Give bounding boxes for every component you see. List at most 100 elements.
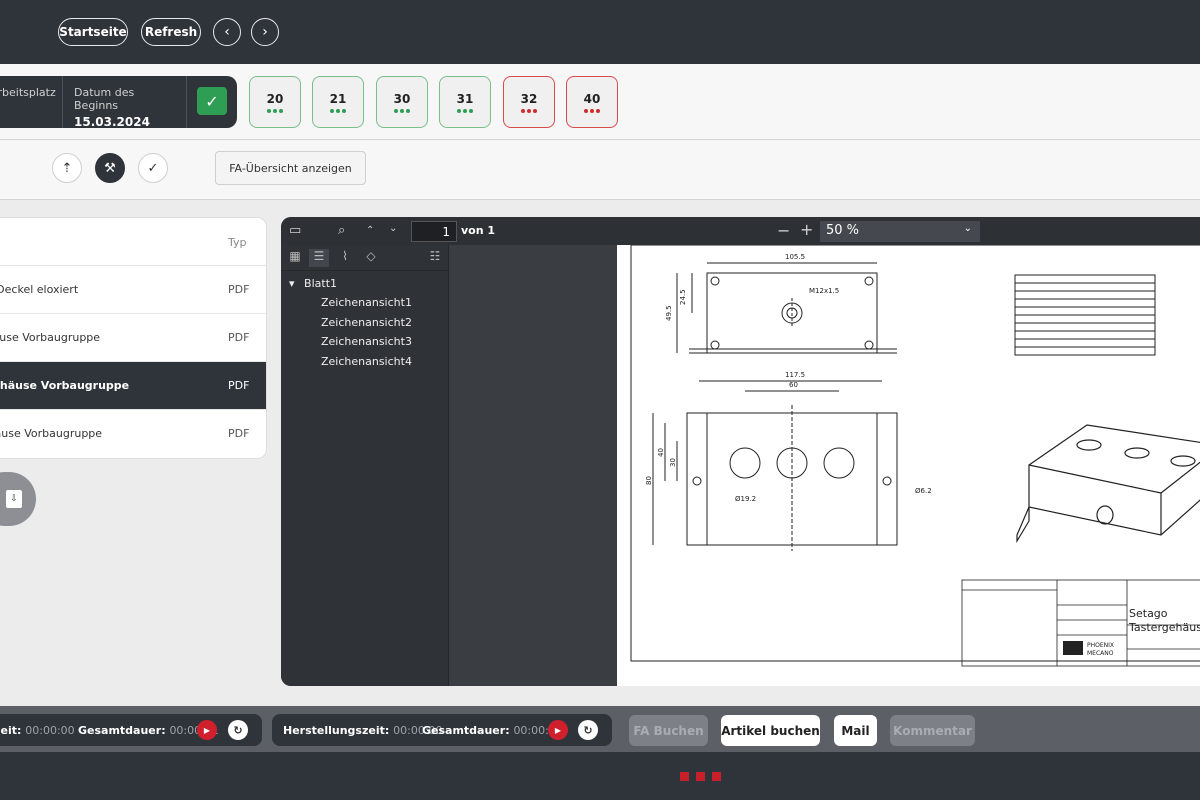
check-icon: ✓ bbox=[205, 91, 219, 111]
brand-text: MECANO bbox=[1087, 650, 1114, 657]
outline-tree: ▾ Blatt1 Zeichenansicht1 Zeichenansicht2… bbox=[281, 271, 448, 374]
fa-book-button[interactable]: FA Buchen bbox=[629, 715, 708, 746]
dimension-label: 24.5 bbox=[679, 289, 687, 305]
play-icon[interactable]: ▶ bbox=[548, 720, 568, 740]
status-dot bbox=[527, 108, 531, 113]
timer-label: Gesamtdauer: bbox=[78, 724, 166, 737]
status-dot bbox=[394, 108, 398, 113]
document-name: Setago Tec Deckel eloxiert bbox=[0, 283, 79, 296]
fa-overview-button[interactable]: FA-Übersicht anzeigen bbox=[215, 151, 366, 185]
download-button[interactable]: ⇩ bbox=[0, 472, 36, 526]
outline-item[interactable]: Zeichenansicht4 bbox=[281, 355, 448, 375]
status-dot bbox=[463, 108, 467, 113]
status-dot bbox=[273, 108, 277, 113]
operation-step-card[interactable]: 32 bbox=[503, 76, 555, 128]
play-icon[interactable]: ▶ bbox=[197, 720, 217, 740]
pdf-page: 105.5 M12x1.5 24.5 49.5 117.5 60 40 30 8… bbox=[617, 244, 1200, 686]
loading-indicator bbox=[680, 772, 721, 781]
status-dot bbox=[336, 108, 340, 113]
document-type: PDF bbox=[228, 379, 250, 392]
status-dots bbox=[584, 108, 600, 113]
reset-icon[interactable]: ↻ bbox=[228, 720, 248, 740]
timer-value: 00:00:00 bbox=[25, 724, 75, 737]
status-dot bbox=[406, 108, 410, 113]
pdf-toolbar: ▭ ⌕ ⌃ ⌄ 1 von 1 − + 50 % ⌄ bbox=[281, 217, 1200, 245]
document-row-selected[interactable]: Setago Tastergehäuse Vorbaugruppe PDF bbox=[0, 362, 266, 410]
outline-item[interactable]: Zeichenansicht1 bbox=[281, 296, 448, 316]
document-name: Setago Tastergehäuse Vorbaugruppe bbox=[0, 379, 130, 392]
workplace-label: Arbeitsplatz bbox=[0, 86, 56, 99]
loading-dot bbox=[680, 772, 689, 781]
type-column-header: Typ bbox=[228, 236, 247, 249]
article-book-button[interactable]: Artikel buchen bbox=[721, 715, 820, 746]
step-number: 31 bbox=[456, 91, 474, 106]
chevron-down-icon: ⌄ bbox=[963, 223, 972, 234]
start-date-value: 15.03.2024 bbox=[74, 115, 150, 129]
dimension-label: 30 bbox=[669, 458, 677, 467]
comment-button[interactable]: Kommentar bbox=[890, 715, 975, 746]
step-number: 21 bbox=[329, 91, 347, 106]
status-dot bbox=[400, 108, 404, 113]
home-button[interactable]: Startseite bbox=[58, 18, 128, 46]
operation-step-card[interactable]: 21 bbox=[312, 76, 364, 128]
heatsink-drawing bbox=[1014, 274, 1156, 356]
mail-button[interactable]: Mail bbox=[834, 715, 877, 746]
zoom-select[interactable]: 50 % ⌄ bbox=[820, 221, 980, 242]
search-icon[interactable]: ⌕ bbox=[338, 223, 345, 238]
document-row[interactable]: Setago Tec Deckel eloxiert PDF bbox=[0, 266, 266, 314]
document-type: PDF bbox=[228, 283, 250, 296]
outline-icon[interactable]: ☰ bbox=[309, 249, 329, 267]
page-number-input[interactable]: 1 bbox=[411, 221, 457, 242]
info-divider bbox=[186, 76, 187, 128]
previous-page-icon[interactable]: ⌃ bbox=[366, 225, 374, 236]
operation-step-card[interactable]: 30 bbox=[376, 76, 428, 128]
status-dot bbox=[342, 108, 346, 113]
refresh-button[interactable]: Refresh bbox=[141, 18, 201, 46]
layers-icon[interactable]: ◇ bbox=[361, 249, 381, 267]
workplace-cell: Arbeitsplatz 0 bbox=[0, 76, 56, 128]
document-row[interactable]: Setago Tastergehäuse Vorbaugruppe PDF bbox=[0, 314, 266, 362]
next-page-icon[interactable]: ⌄ bbox=[389, 223, 397, 234]
outline-item[interactable]: Zeichenansicht2 bbox=[281, 316, 448, 336]
zoom-out-icon[interactable]: − bbox=[777, 221, 790, 240]
front-view-drawing bbox=[652, 380, 898, 551]
attachment-icon[interactable]: ⌇ bbox=[335, 249, 355, 267]
zoom-in-icon[interactable]: + bbox=[800, 220, 813, 239]
production-timer: Herstellungszeit: 00:00:00 Gesamtdauer: … bbox=[272, 714, 612, 746]
status-dots bbox=[521, 108, 537, 113]
operation-step-card[interactable]: 31 bbox=[439, 76, 491, 128]
top-view-drawing bbox=[676, 262, 897, 354]
double-check-icon[interactable]: ✓ bbox=[138, 153, 168, 183]
status-dot bbox=[584, 108, 588, 113]
outline-item[interactable]: Zeichenansicht3 bbox=[281, 335, 448, 355]
document-row[interactable]: Setago Tastergehäuse Vorbaugruppe PDF bbox=[0, 410, 266, 458]
forward-icon[interactable]: › bbox=[251, 18, 279, 46]
step-number: 40 bbox=[583, 91, 601, 106]
status-dot bbox=[267, 108, 271, 113]
status-dot bbox=[521, 108, 525, 113]
drawing-subtitle: Tastergehäuse bbox=[1128, 621, 1200, 634]
document-list: Typ Setago Tec Deckel eloxiert PDF Setag… bbox=[0, 217, 267, 459]
phoenix-logo bbox=[1063, 641, 1083, 655]
timer-label: Herstellungszeit: bbox=[283, 724, 390, 737]
drawing-title: Setago bbox=[1129, 607, 1168, 620]
upload-icon[interactable]: ⇡ bbox=[52, 153, 82, 183]
dimension-label: 49.5 bbox=[665, 305, 673, 321]
document-name: Setago Tastergehäuse Vorbaugruppe bbox=[0, 331, 101, 344]
outline-options-icon[interactable]: ☷ bbox=[425, 249, 445, 267]
status-dot bbox=[533, 108, 537, 113]
dimension-label: 40 bbox=[657, 448, 665, 457]
top-bar: Startseite Refresh ‹ › bbox=[0, 0, 1200, 64]
hammer-icon[interactable]: ⚒ bbox=[95, 153, 125, 183]
operation-step-card[interactable]: 40 bbox=[566, 76, 618, 128]
reset-icon[interactable]: ↻ bbox=[578, 720, 598, 740]
confirm-check-button[interactable]: ✓ bbox=[197, 87, 227, 115]
thumbnails-icon[interactable]: ▦ bbox=[285, 249, 305, 267]
outline-root[interactable]: ▾ Blatt1 bbox=[281, 277, 448, 296]
sidebar-toggle-icon[interactable]: ▭ bbox=[289, 223, 301, 238]
document-type: PDF bbox=[228, 331, 250, 344]
operation-step-card[interactable]: 20 bbox=[249, 76, 301, 128]
status-dot bbox=[279, 108, 283, 113]
back-icon[interactable]: ‹ bbox=[213, 18, 241, 46]
status-dot bbox=[457, 108, 461, 113]
